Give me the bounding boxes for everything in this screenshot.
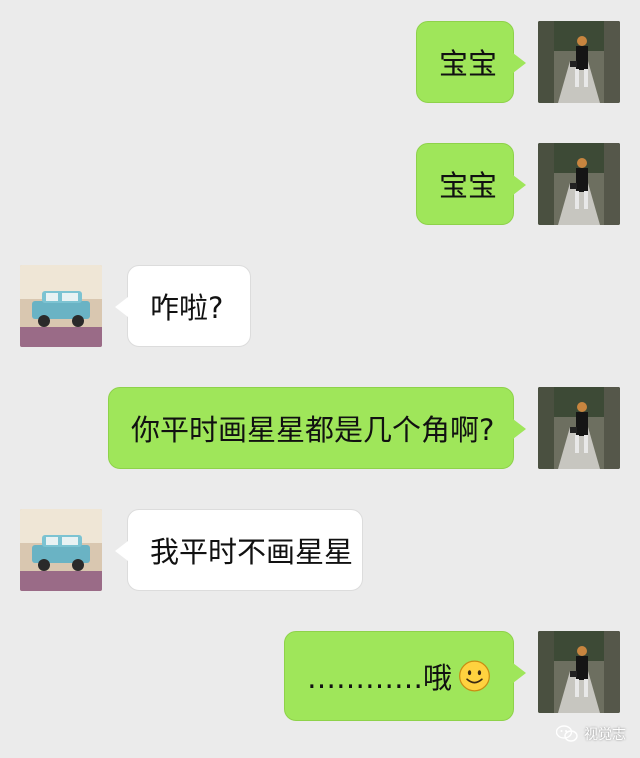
bubble-tail	[115, 541, 128, 561]
bubble-tail	[513, 175, 526, 195]
girl-photo-avatar-icon	[538, 21, 620, 103]
toy-car-avatar-icon	[20, 265, 102, 347]
girl-photo-avatar-icon	[538, 143, 620, 225]
girl-photo-avatar-icon	[538, 387, 620, 469]
outgoing-message-bubble[interactable]: …………哦	[284, 631, 526, 721]
message-text: 我平时不画星星	[150, 535, 354, 569]
message-text: 咋啦?	[150, 291, 224, 325]
bubble-tail	[513, 419, 526, 439]
bubble-tail	[513, 53, 526, 73]
bubble-tail	[513, 663, 526, 683]
message-text: 你平时画星星都是几个角啊?	[131, 413, 495, 447]
user-avatar[interactable]	[538, 387, 620, 469]
wechat-icon	[556, 725, 578, 742]
outgoing-message-bubble[interactable]: 宝宝	[416, 143, 526, 225]
contact-avatar[interactable]	[20, 265, 102, 347]
user-avatar[interactable]	[538, 21, 620, 103]
toy-car-avatar-icon	[20, 509, 102, 591]
message-text: 宝宝	[439, 169, 498, 203]
user-avatar[interactable]	[538, 143, 620, 225]
watermark: 视觉志	[556, 724, 626, 744]
message-text: …………哦	[307, 661, 453, 695]
bubble-tail	[115, 297, 128, 317]
user-avatar[interactable]	[538, 631, 620, 713]
smiley-emoji-icon	[459, 660, 490, 692]
watermark-text: 视觉志	[584, 727, 626, 743]
outgoing-message-bubble[interactable]: 宝宝	[416, 21, 526, 103]
contact-avatar[interactable]	[20, 509, 102, 591]
incoming-message-bubble[interactable]: 咋啦?	[115, 265, 251, 347]
message-text: 宝宝	[439, 47, 498, 81]
incoming-message-bubble[interactable]: 我平时不画星星	[115, 509, 363, 591]
girl-photo-avatar-icon	[538, 631, 620, 713]
outgoing-message-bubble[interactable]: 你平时画星星都是几个角啊?	[108, 387, 526, 469]
